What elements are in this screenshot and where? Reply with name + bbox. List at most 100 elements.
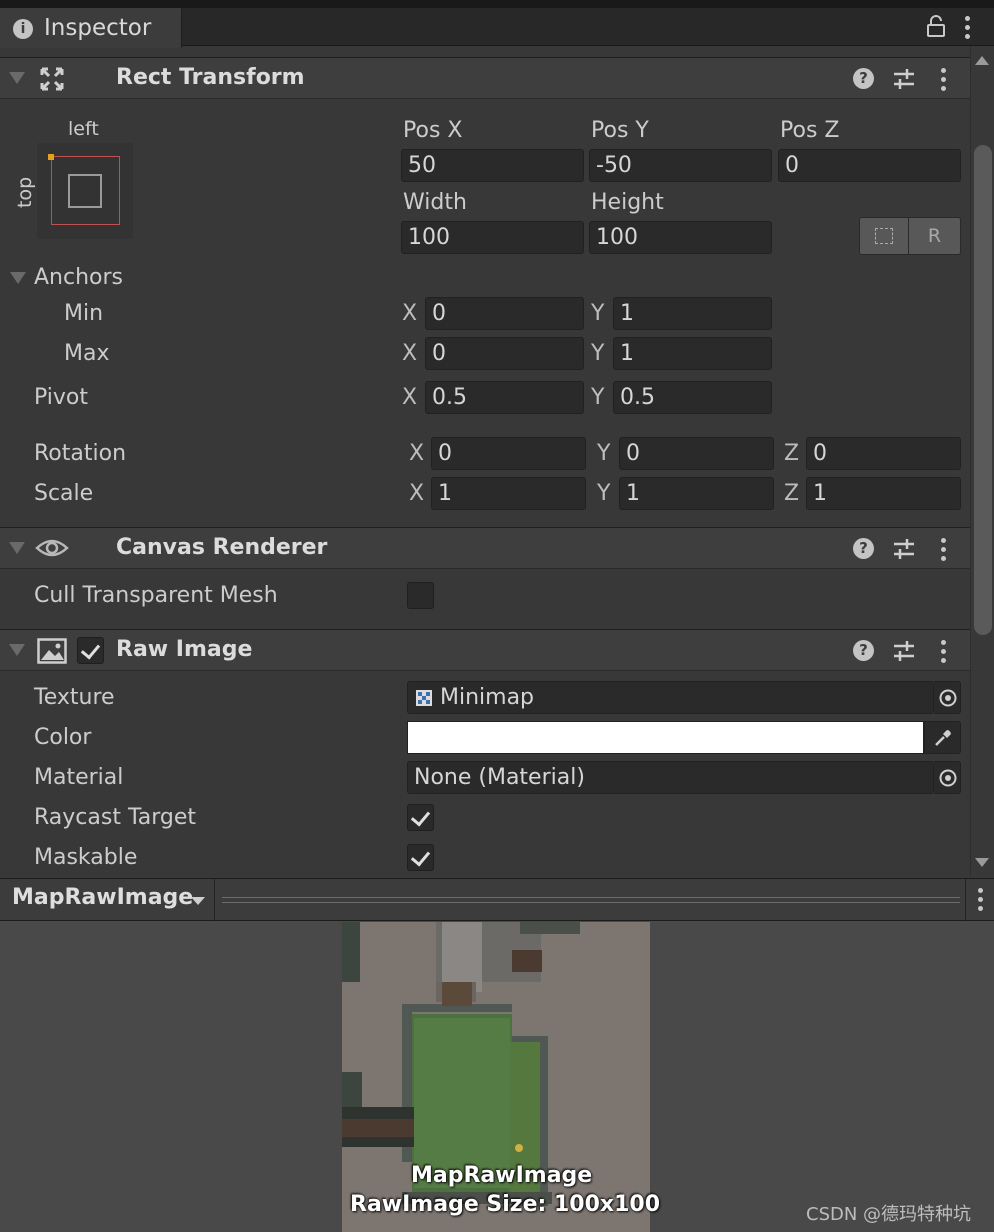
help-icon[interactable]: ? — [853, 640, 874, 661]
pivot-label: Pivot — [34, 385, 89, 410]
pivot-x-field[interactable]: 0.5 — [425, 381, 584, 414]
anchor-min-label: Min — [64, 301, 104, 326]
height-field[interactable]: 100 — [589, 221, 772, 254]
image-icon — [37, 638, 67, 664]
component-menu-kebab-icon[interactable] — [941, 68, 947, 92]
anchor-presets-button[interactable] — [37, 143, 133, 239]
width-field[interactable]: 100 — [401, 221, 584, 254]
axis-x-label[interactable]: X — [402, 385, 417, 410]
raw-image-header[interactable]: Raw Image ? — [0, 629, 970, 671]
eyedropper-button[interactable] — [924, 721, 961, 754]
axis-y-label[interactable]: Y — [597, 441, 610, 466]
tab-inspector-label: Inspector — [44, 15, 152, 41]
pos-x-label: Pos X — [403, 118, 463, 143]
rotation-z-field[interactable]: 0 — [806, 437, 961, 470]
scale-x-field[interactable]: 1 — [431, 477, 586, 510]
help-icon[interactable]: ? — [853, 538, 874, 559]
rect-transform-icon — [40, 67, 64, 91]
presets-sliders-icon[interactable] — [893, 68, 915, 90]
axis-y-label[interactable]: Y — [591, 301, 604, 326]
foldout-arrow-icon[interactable] — [9, 72, 25, 84]
preview-menu-kebab-icon[interactable] — [978, 888, 984, 912]
anchor-max-y-field[interactable]: 1 — [613, 337, 772, 370]
anchor-horizontal-label: left — [68, 118, 99, 140]
pos-z-label: Pos Z — [780, 118, 840, 143]
axis-x-label[interactable]: X — [409, 441, 424, 466]
axis-x-label[interactable]: X — [402, 301, 417, 326]
anchor-min-x-field[interactable]: 0 — [425, 297, 584, 330]
color-label: Color — [34, 725, 92, 750]
canvas-renderer-title: Canvas Renderer — [116, 535, 328, 560]
window-menu-kebab-icon[interactable] — [965, 16, 971, 40]
divider — [214, 879, 215, 921]
watermark-text: CSDN @德玛特种坑 — [806, 1204, 972, 1225]
maskable-checkbox[interactable] — [407, 844, 434, 871]
anchors-foldout-arrow-icon[interactable] — [10, 272, 26, 284]
eyedropper-icon — [935, 730, 951, 746]
anchor-point-marker — [48, 154, 54, 160]
color-swatch[interactable] — [407, 721, 924, 754]
rotation-y-field[interactable]: 0 — [619, 437, 774, 470]
axis-x-label[interactable]: X — [409, 481, 424, 506]
object-picker-icon — [939, 689, 957, 707]
eye-icon — [35, 539, 69, 557]
foldout-arrow-icon[interactable] — [9, 644, 25, 656]
scale-z-field[interactable]: 1 — [806, 477, 961, 510]
presets-sliders-icon[interactable] — [893, 538, 915, 560]
cull-transparent-mesh-checkbox[interactable] — [407, 582, 434, 609]
lock-icon[interactable] — [927, 15, 945, 37]
cull-transparent-mesh-label: Cull Transparent Mesh — [34, 583, 278, 608]
anchor-vertical-label: top — [14, 176, 36, 208]
axis-x-label[interactable]: X — [402, 341, 417, 366]
pos-z-field[interactable]: 0 — [778, 149, 961, 182]
axis-z-label[interactable]: Z — [784, 441, 799, 466]
help-icon[interactable]: ? — [853, 68, 874, 89]
window-top-strip — [0, 0, 994, 8]
raw-edit-button[interactable]: R — [909, 217, 961, 255]
anchor-min-y-field[interactable]: 1 — [613, 297, 772, 330]
texture-picker-button[interactable] — [934, 681, 961, 714]
blueprint-icon — [875, 228, 893, 244]
pos-y-label: Pos Y — [591, 118, 649, 143]
pos-y-field[interactable]: -50 — [589, 149, 772, 182]
preview-object-dropdown[interactable]: MapRawImage — [12, 885, 193, 910]
rect-transform-header[interactable]: Rect Transform ? — [0, 57, 970, 99]
canvas-renderer-header[interactable]: Canvas Renderer ? — [0, 527, 970, 569]
preview-resize-handle[interactable] — [222, 897, 960, 903]
height-label: Height — [591, 190, 664, 215]
blueprint-mode-button[interactable] — [859, 217, 909, 255]
axis-y-label[interactable]: Y — [591, 341, 604, 366]
pos-x-field[interactable]: 50 — [401, 149, 584, 182]
tab-inspector[interactable]: i Inspector — [0, 8, 182, 48]
divider — [965, 879, 966, 921]
texture-label: Texture — [34, 685, 115, 710]
width-label: Width — [403, 190, 467, 215]
rotation-x-field[interactable]: 0 — [431, 437, 586, 470]
scroll-up-arrow-icon[interactable] — [975, 56, 989, 65]
axis-y-label[interactable]: Y — [591, 385, 604, 410]
anchors-label[interactable]: Anchors — [34, 265, 123, 290]
component-menu-kebab-icon[interactable] — [941, 640, 947, 664]
axis-y-label[interactable]: Y — [597, 481, 610, 506]
scroll-down-arrow-icon[interactable] — [975, 858, 989, 867]
presets-sliders-icon[interactable] — [893, 640, 915, 662]
foldout-arrow-icon[interactable] — [9, 542, 25, 554]
material-picker-button[interactable] — [934, 761, 961, 794]
anchor-max-x-field[interactable]: 0 — [425, 337, 584, 370]
axis-z-label[interactable]: Z — [784, 481, 799, 506]
inspector-scroll-thumb[interactable] — [974, 145, 992, 635]
texture-asset-icon — [416, 690, 432, 706]
scale-y-field[interactable]: 1 — [619, 477, 774, 510]
material-object-field[interactable]: None (Material) — [407, 761, 934, 794]
texture-object-field[interactable]: Minimap — [407, 681, 934, 714]
maskable-label: Maskable — [34, 845, 138, 870]
rotation-label: Rotation — [34, 441, 127, 466]
chevron-down-icon[interactable] — [191, 897, 205, 905]
component-menu-kebab-icon[interactable] — [941, 538, 947, 562]
rect-transform-title: Rect Transform — [116, 65, 305, 90]
pivot-y-field[interactable]: 0.5 — [613, 381, 772, 414]
raw-image-enabled-checkbox[interactable] — [77, 637, 104, 664]
raycast-target-checkbox[interactable] — [407, 804, 434, 831]
info-icon: i — [13, 19, 33, 39]
raycast-target-label: Raycast Target — [34, 805, 197, 830]
